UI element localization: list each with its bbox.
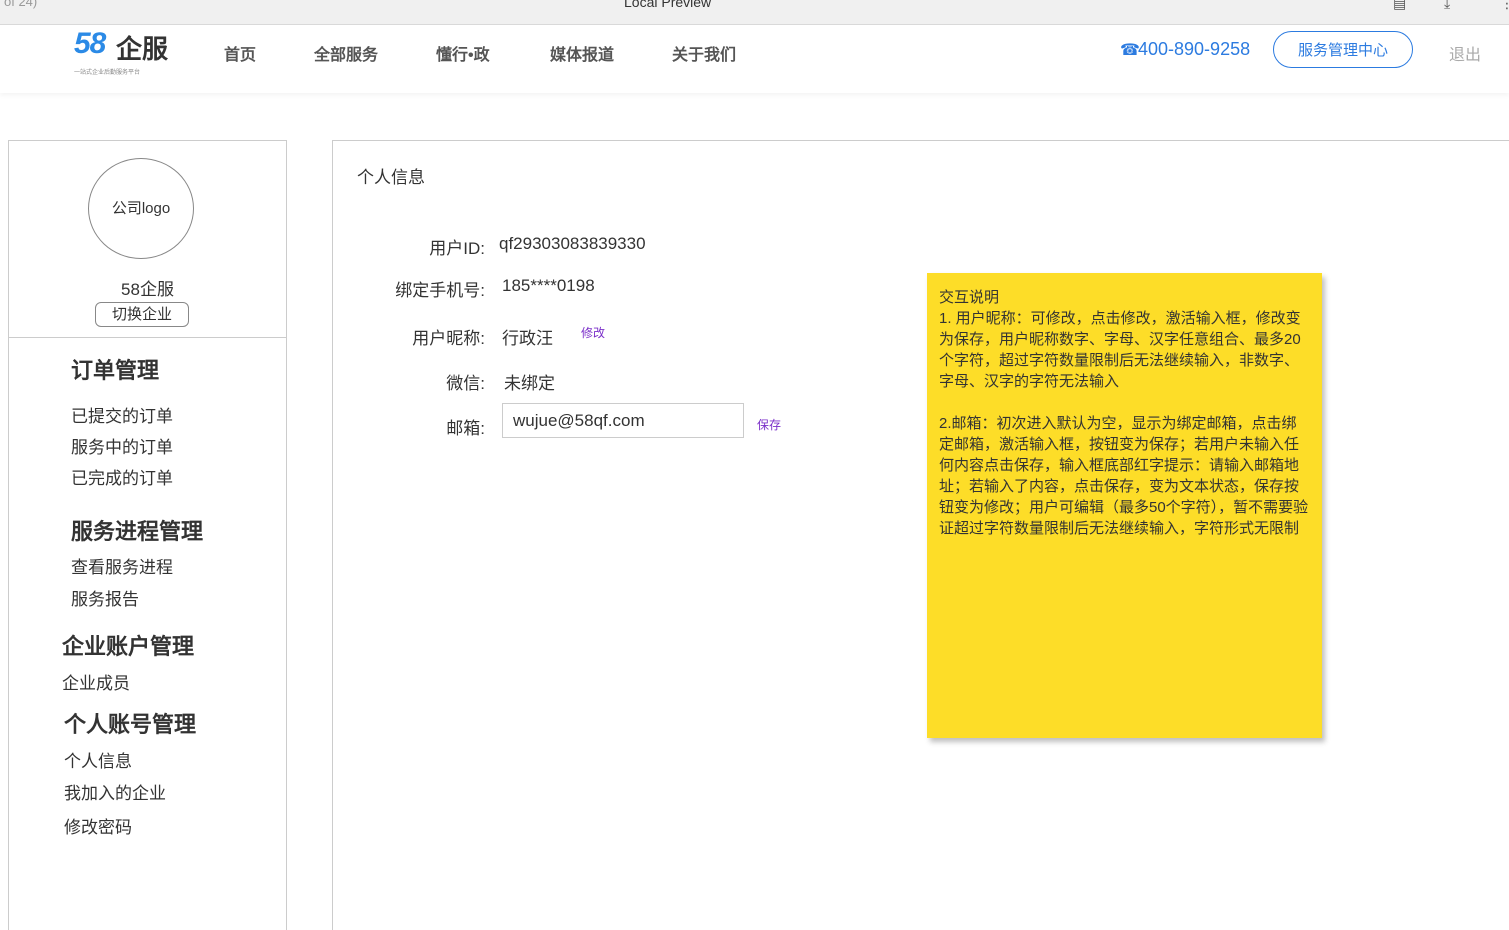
site-header: 58 企服 一站式企业后勤服务平台 首页 全部服务 懂行•政 媒体报道 关于我们… (0, 25, 1509, 93)
sidebar-item-personal-info[interactable]: 个人信息 (64, 747, 132, 772)
sidebar-item-view-progress[interactable]: 查看服务进程 (71, 553, 173, 578)
note-paragraph-2: 2.邮箱：初次进入默认为空，显示为绑定邮箱，点击绑定邮箱，激活输入框，按钮变为保… (939, 415, 1309, 537)
page-title: 个人信息 (357, 168, 425, 187)
section-title-personal-account: 个人账号管理 (64, 712, 197, 737)
nav-dongxingzheng[interactable]: 懂行•政 (436, 41, 490, 65)
sidebar: 公司logo 58企服 切换企业 订单管理 已提交的订单 服务中的订单 已完成的… (8, 140, 287, 930)
nickname-label: 用户昵称: (412, 329, 485, 348)
email-input[interactable] (502, 403, 744, 438)
logo-name: 企服 (116, 34, 169, 64)
preview-toolbar: of 24) Local Preview ▤ ⤓ ⋮ (0, 0, 1509, 25)
note-spacer (939, 392, 1310, 413)
wechat-value: 未绑定 (504, 374, 555, 393)
sidebar-item-service-report[interactable]: 服务报告 (71, 585, 139, 610)
logo-number: 58 (74, 27, 106, 60)
sidebar-item-in-service-orders[interactable]: 服务中的订单 (71, 433, 173, 458)
phone-label: 绑定手机号: (395, 281, 485, 300)
phone-icon: ☎ (1120, 42, 1140, 59)
export-icon[interactable]: ⤓ (1444, 0, 1460, 10)
interaction-note: 交互说明 1. 用户昵称：可修改，点击修改，激活输入框，修改变为保存，用户昵称数… (927, 273, 1322, 738)
main-panel: 个人信息 用户ID: qf29303083839330 绑定手机号: 185**… (332, 140, 1509, 930)
nav-home[interactable]: 首页 (224, 41, 256, 65)
note-title: 交互说明 (939, 289, 1000, 306)
section-title-enterprise-account: 企业账户管理 (62, 634, 195, 659)
company-logo-avatar[interactable]: 公司logo (88, 158, 194, 259)
nav-all-services[interactable]: 全部服务 (314, 41, 378, 65)
edit-nickname-link[interactable]: 修改 (581, 324, 605, 341)
preview-title: Local Preview (624, 0, 712, 10)
save-email-link[interactable]: 保存 (757, 416, 781, 433)
note-paragraph-1: 1. 用户昵称：可修改，点击修改，激活输入框，修改变为保存，用户昵称数字、字母、… (939, 310, 1301, 390)
hotline-number: 400-890-9258 (1138, 39, 1251, 59)
sidebar-item-joined-enterprises[interactable]: 我加入的企业 (64, 779, 166, 804)
logo[interactable]: 58 企服 一站式企业后勤服务平台 (74, 27, 174, 77)
user-id-label: 用户ID: (429, 239, 485, 258)
sidebar-item-change-password[interactable]: 修改密码 (64, 813, 132, 838)
wechat-label: 微信: (446, 374, 485, 393)
user-id-value: qf29303083839330 (499, 234, 646, 253)
sidebar-item-completed-orders[interactable]: 已完成的订单 (71, 464, 173, 489)
logo-tagline: 一站式企业后勤服务平台 (74, 70, 141, 76)
nav-media[interactable]: 媒体报道 (550, 41, 614, 65)
document-icon[interactable]: ▤ (1393, 0, 1409, 10)
switch-company-button[interactable]: 切换企业 (95, 302, 189, 327)
more-icon[interactable]: ⋮ (1500, 0, 1509, 10)
sidebar-item-enterprise-members[interactable]: 企业成员 (62, 669, 130, 694)
phone-value: 185****0198 (502, 276, 595, 295)
section-title-service-progress: 服务进程管理 (71, 519, 204, 544)
page-count: of 24) (4, 0, 38, 9)
logout-link[interactable]: 退出 (1449, 41, 1481, 65)
company-name: 58企服 (121, 280, 174, 299)
email-label: 邮箱: (446, 419, 485, 438)
nav-about[interactable]: 关于我们 (672, 41, 736, 65)
divider (9, 337, 286, 338)
hotline: ☎400-890-9258 (1120, 39, 1250, 60)
section-title-orders: 订单管理 (71, 358, 160, 383)
sidebar-item-submitted-orders[interactable]: 已提交的订单 (71, 402, 173, 427)
service-center-button[interactable]: 服务管理中心 (1273, 31, 1413, 68)
nickname-value: 行政汪 (502, 329, 553, 348)
